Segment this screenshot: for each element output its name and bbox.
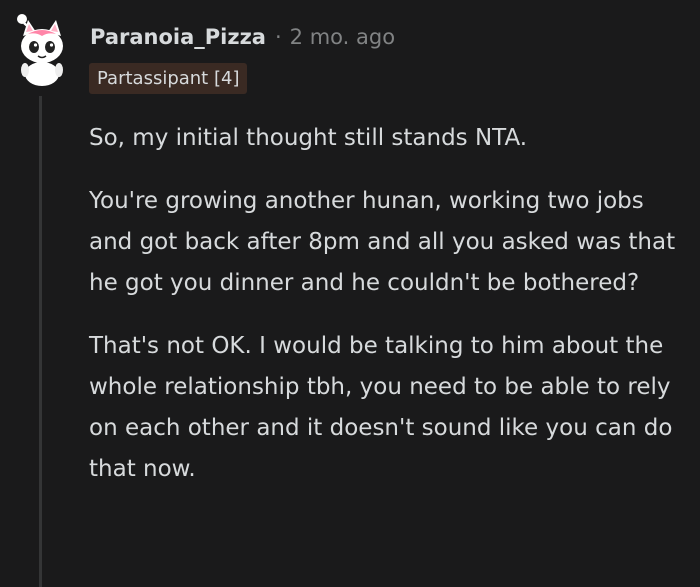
- thread-collapse-line[interactable]: [39, 96, 42, 587]
- meta-separator: ·: [274, 25, 282, 49]
- username-link[interactable]: Paranoia_Pizza: [90, 25, 266, 49]
- comment-body: So, my initial thought still stands NTA.…: [89, 118, 679, 512]
- comment: Paranoia_Pizza · 2 mo. ago Partassipant …: [0, 0, 700, 587]
- user-avatar[interactable]: [14, 12, 70, 86]
- user-flair: Partassipant [4]: [89, 63, 248, 94]
- snoo-avatar-icon: [17, 14, 63, 86]
- comment-timestamp[interactable]: 2 mo. ago: [290, 25, 395, 49]
- comment-meta: Paranoia_Pizza · 2 mo. ago: [90, 20, 395, 54]
- comment-paragraph: So, my initial thought still stands NTA.: [89, 125, 528, 151]
- comment-paragraph: That's not OK. I would be talking to him…: [89, 333, 673, 482]
- comment-paragraph: You're growing another hunan, working tw…: [89, 188, 676, 296]
